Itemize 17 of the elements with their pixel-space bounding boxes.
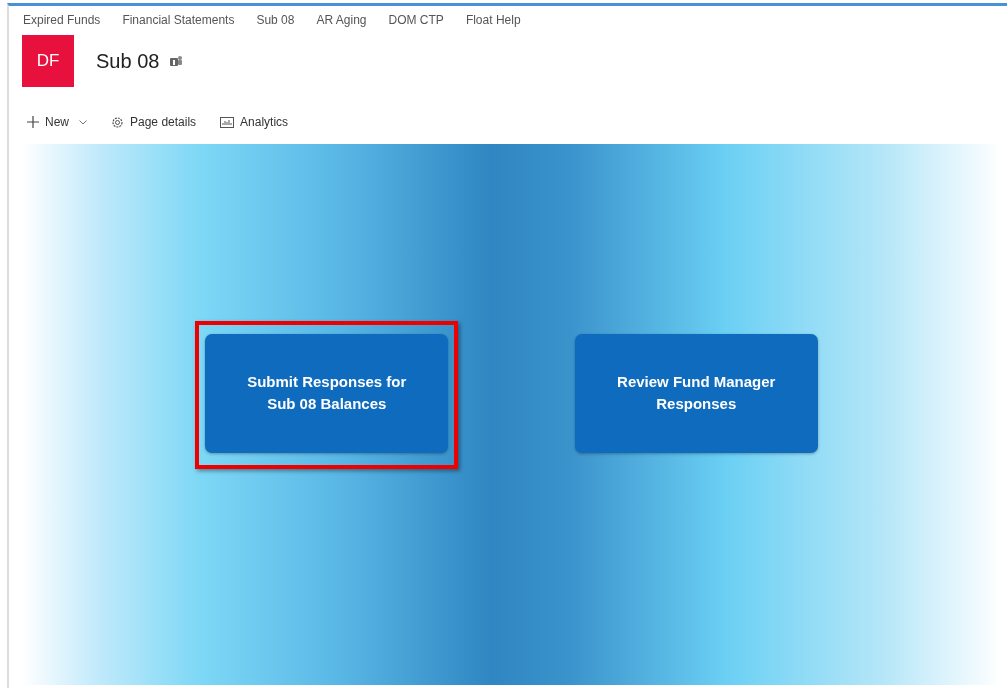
site-title: Sub 08 bbox=[96, 49, 160, 74]
nav-link[interactable]: Financial Statements bbox=[122, 11, 235, 29]
nav-link[interactable]: Expired Funds bbox=[23, 11, 101, 29]
nav-link[interactable]: Sub 08 bbox=[256, 11, 295, 29]
nav-link[interactable]: Float Help bbox=[465, 11, 521, 29]
link-tile[interactable]: Submit Responses for Sub 08 Balances bbox=[205, 333, 449, 453]
chart-icon bbox=[220, 116, 235, 128]
settings-icon bbox=[111, 115, 124, 129]
new-button[interactable]: New bbox=[27, 113, 87, 131]
nav-link[interactable]: DOM CTP bbox=[388, 11, 444, 29]
nav-link[interactable]: AR Aging bbox=[316, 11, 367, 29]
site-logo: DF bbox=[22, 35, 74, 87]
link-tile[interactable]: Review Fund Manager Responses bbox=[574, 333, 818, 453]
caret-icon bbox=[79, 119, 87, 125]
analytics-button[interactable]: Analytics bbox=[220, 113, 289, 131]
page-details-button[interactable]: Page details bbox=[111, 113, 197, 131]
plus-icon bbox=[27, 116, 39, 128]
